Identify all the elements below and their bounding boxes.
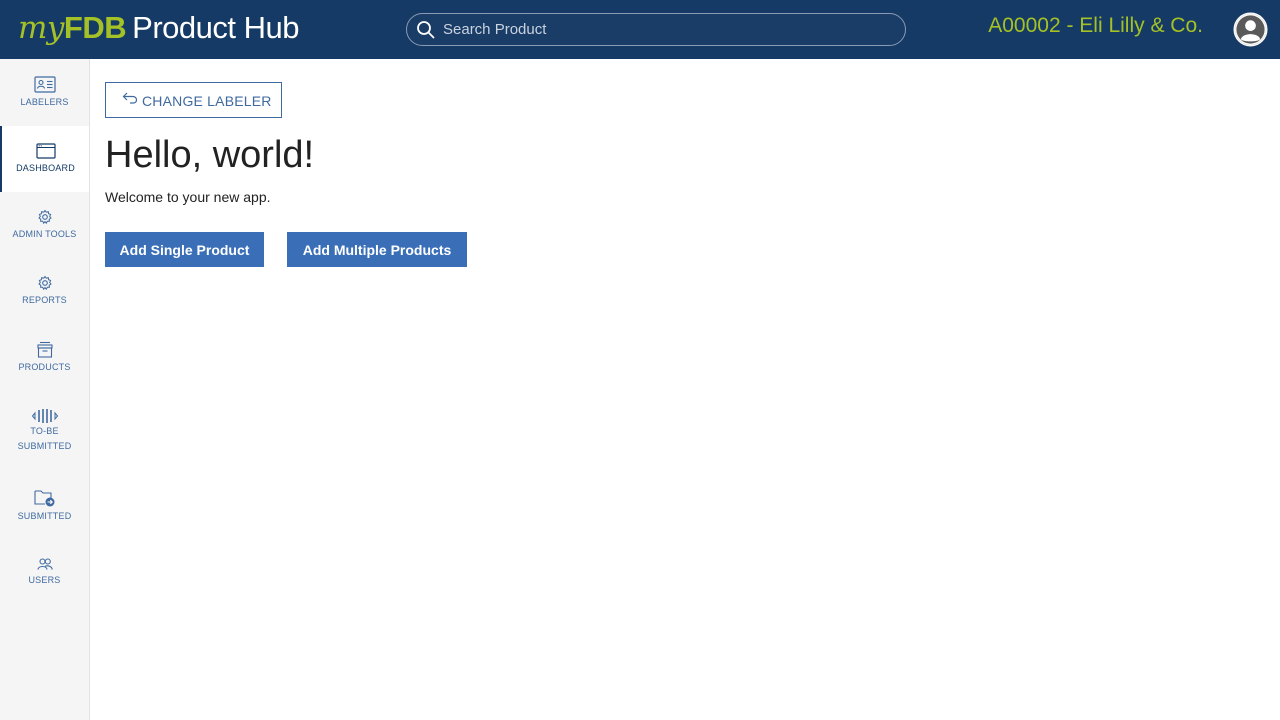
search-input[interactable]: [443, 14, 893, 45]
current-labeler-title: A00002 - Eli Lilly & Co.: [988, 14, 1203, 37]
sidebar-item-users[interactable]: USERS: [0, 557, 89, 588]
to-be-submitted-icon: [31, 409, 58, 423]
sidebar-item-dashboard[interactable]: DASHBOARD: [0, 126, 89, 192]
sidebar-nav: LABELERS DASHBOARD ADMIN TOOLS REPORTS P…: [0, 59, 90, 720]
sidebar-item-label: ADMIN TOOLS: [12, 229, 77, 239]
products-box-icon: [36, 341, 53, 358]
search-box: [406, 13, 906, 46]
top-bar: myFDBProduct Hub A00002 - Eli Lilly & Co…: [0, 0, 1280, 59]
page-heading: Hello, world!: [105, 134, 315, 176]
users-icon: [36, 558, 53, 570]
reports-gear-icon: [37, 275, 52, 291]
sidebar-item-label: DASHBOARD: [16, 163, 75, 173]
main-content: CHANGE LABELER Hello, world! Welcome to …: [90, 59, 1280, 720]
add-single-product-button[interactable]: Add Single Product: [105, 232, 264, 267]
sidebar-item-label: REPORTS: [22, 295, 67, 305]
back-arrow-icon: [122, 92, 138, 104]
sidebar-item-label: PRODUCTS: [18, 362, 71, 372]
search-icon: [417, 21, 435, 39]
sidebar-item-reports[interactable]: REPORTS: [0, 275, 89, 308]
logo-product-hub: Product Hub: [132, 10, 299, 45]
sidebar-item-to-be-submitted[interactable]: TO-BE SUBMITTED: [0, 408, 89, 454]
dashboard-icon: [35, 143, 56, 159]
submitted-folder-icon: [33, 490, 54, 507]
sidebar-item-labelers[interactable]: LABELERS: [0, 76, 89, 110]
change-labeler-label: CHANGE LABELER: [142, 93, 272, 109]
sidebar-item-products[interactable]: PRODUCTS: [0, 341, 89, 375]
app-logo[interactable]: myFDB Product Hub: [18, 8, 299, 48]
logo-fdb: FDB: [63, 10, 127, 45]
admin-gear-icon: [37, 209, 52, 225]
change-labeler-button[interactable]: CHANGE LABELER: [105, 82, 282, 118]
sidebar-item-admin-tools[interactable]: ADMIN TOOLS: [0, 209, 89, 242]
sidebar-item-label: USERS: [28, 575, 61, 585]
sidebar-item-submitted[interactable]: SUBMITTED: [0, 489, 89, 524]
sidebar-item-label: SUBMITTED: [17, 511, 72, 521]
sidebar-item-label-line1: TO-BE: [30, 426, 59, 436]
welcome-text: Welcome to your new app.: [105, 189, 271, 205]
add-multiple-products-button[interactable]: Add Multiple Products: [287, 232, 467, 267]
labelers-icon: [33, 76, 56, 93]
sidebar-item-label: LABELERS: [20, 97, 69, 107]
user-avatar-icon[interactable]: [1233, 12, 1268, 47]
sidebar-item-label-line2: SUBMITTED: [17, 441, 72, 451]
logo-my: my: [18, 10, 64, 46]
